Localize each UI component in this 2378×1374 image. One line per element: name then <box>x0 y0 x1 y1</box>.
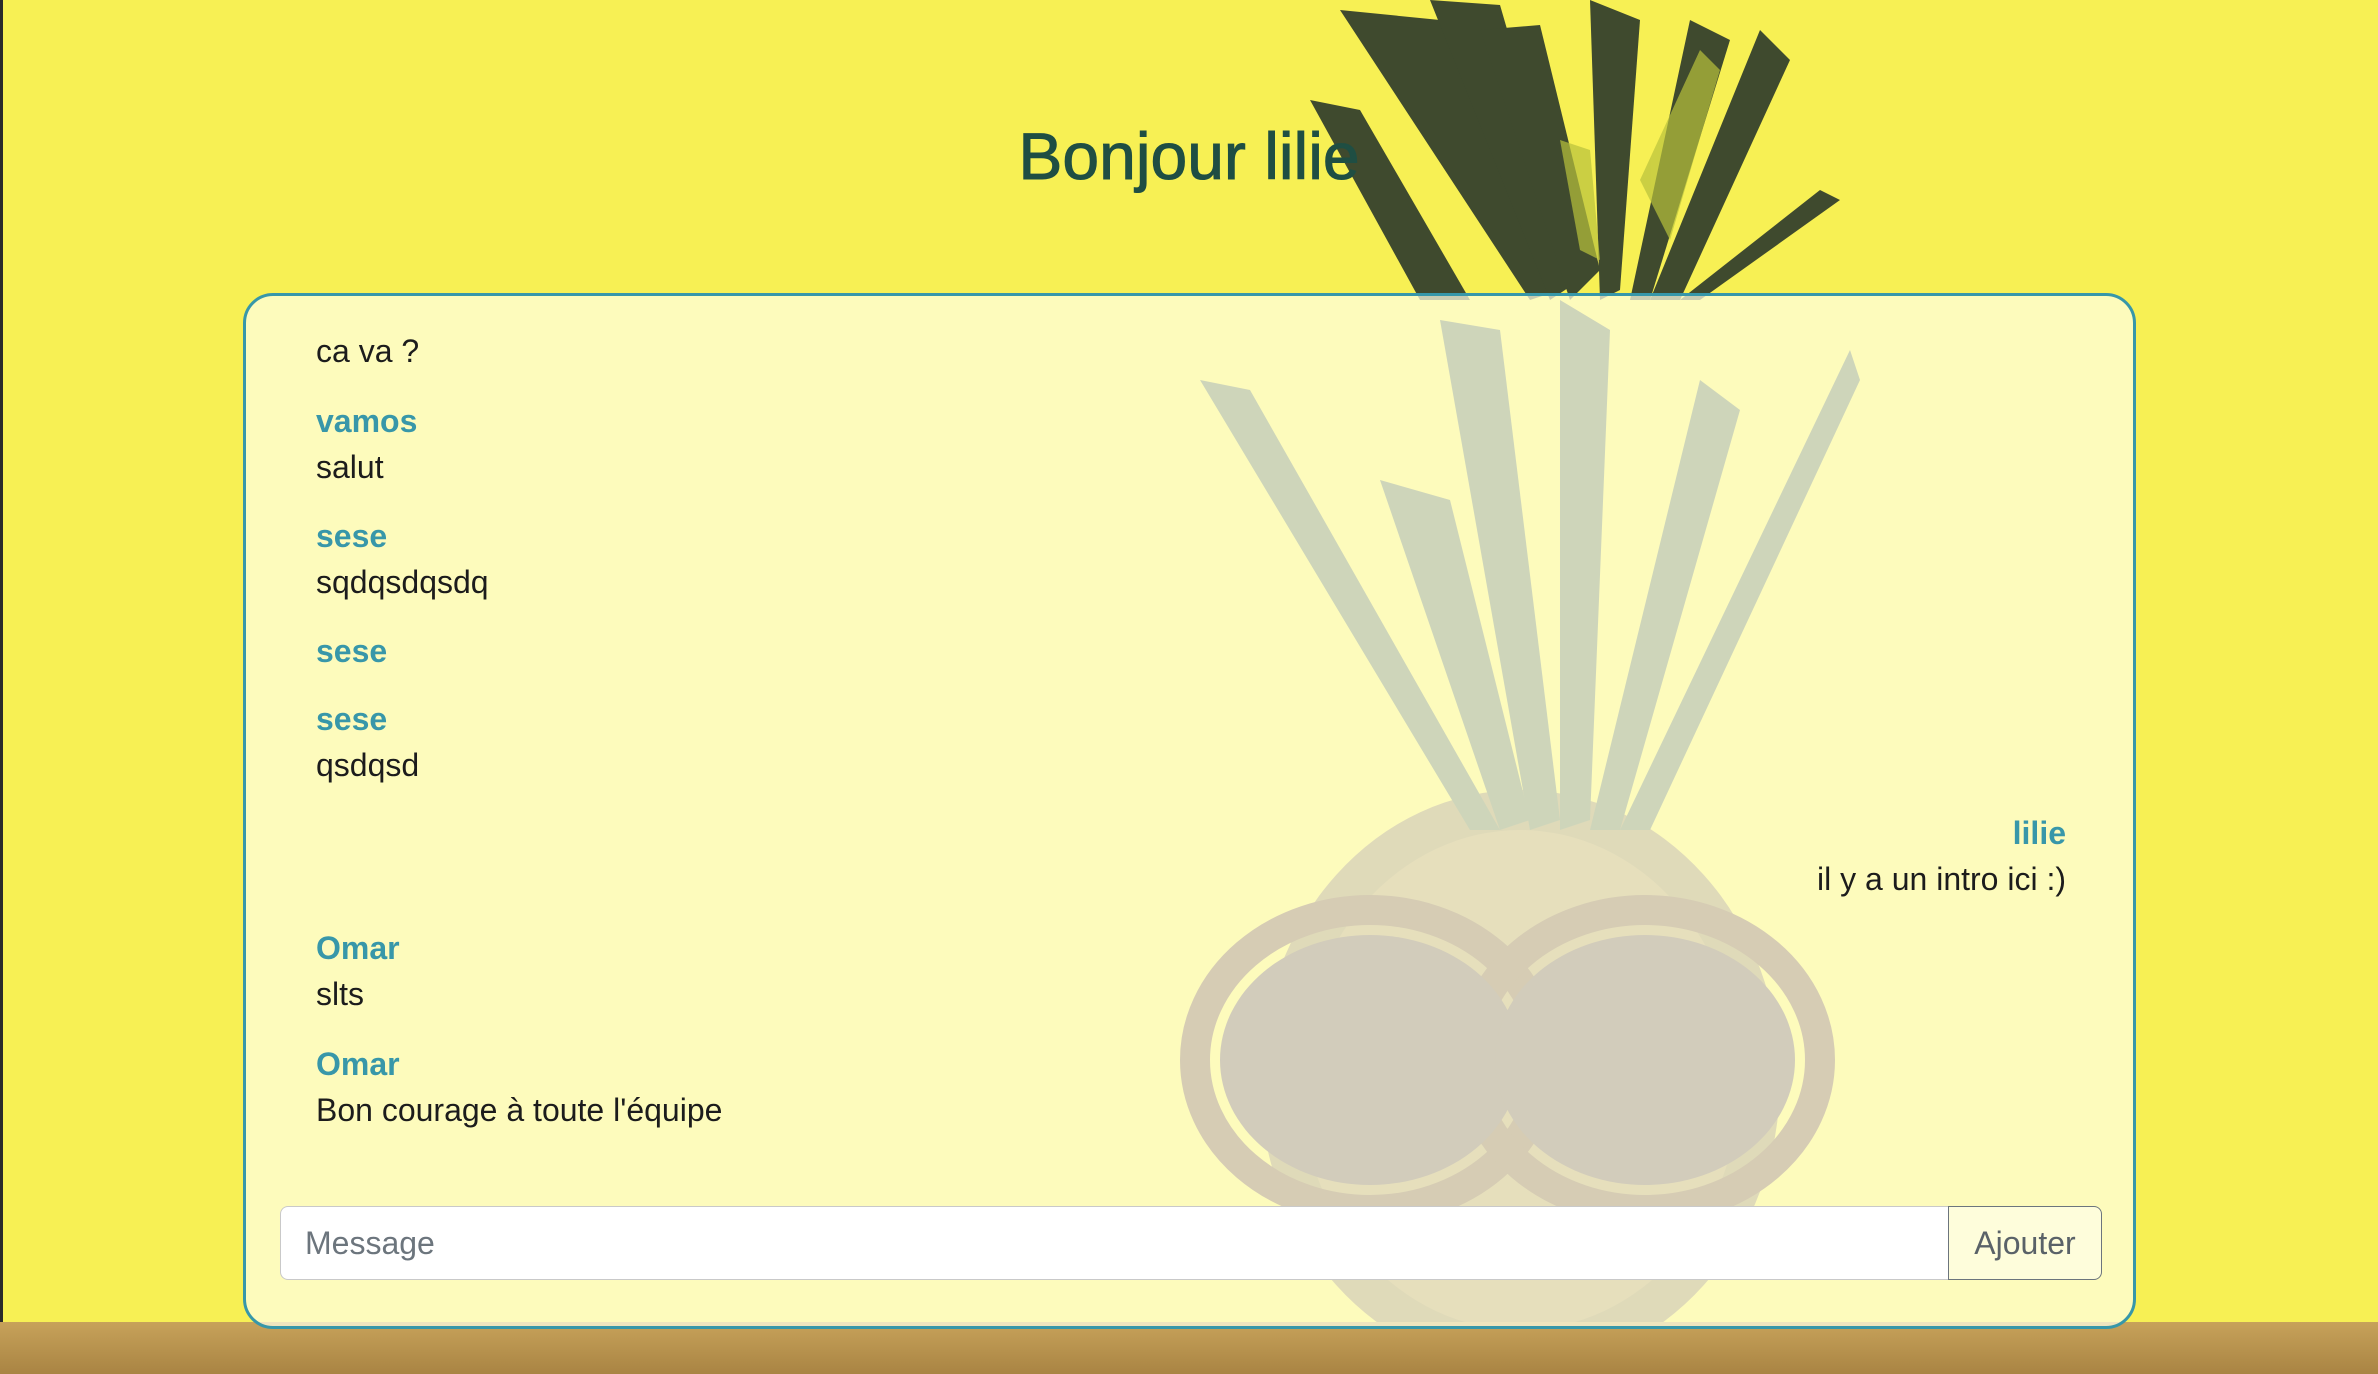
message-item: vamos salut <box>316 398 2066 490</box>
add-button[interactable]: Ajouter <box>1948 1206 2102 1280</box>
message-author: sese <box>316 633 388 669</box>
message-text: salut <box>316 449 384 485</box>
message-text: ca va ? <box>316 333 420 369</box>
message-item: Omar Bon courage à toute l'équipe <box>316 1041 2066 1133</box>
message-text: sqdqsdqsdq <box>316 564 489 600</box>
message-item: Omar slts <box>316 925 2066 1017</box>
chat-panel: vamos ca va ? vamos salut sese sqdqsdqsd… <box>243 293 2136 1329</box>
message-text: slts <box>316 976 364 1012</box>
message-text: il y a un intro ici :) <box>1817 861 2066 897</box>
page-title: Bonjour lilie <box>1018 119 1360 194</box>
message-list[interactable]: vamos ca va ? vamos salut sese sqdqsdqsd… <box>316 326 2066 1174</box>
message-author: vamos <box>316 403 418 439</box>
message-item-own: lilie il y a un intro ici :) <box>316 810 2066 902</box>
message-author: lilie <box>2012 815 2066 851</box>
message-text: Bon courage à toute l'équipe <box>316 1092 723 1128</box>
message-author: sese <box>316 701 388 737</box>
message-composer: Ajouter <box>280 1206 2102 1280</box>
message-input[interactable] <box>280 1206 1948 1280</box>
message-item: sese qsdqsd <box>316 696 2066 788</box>
message-text: qsdqsd <box>316 747 420 783</box>
message-author: Omar <box>316 1046 400 1082</box>
message-author: sese <box>316 518 388 554</box>
table-surface <box>0 1322 2378 1374</box>
message-item: sese sqdqsdqsdq <box>316 513 2066 605</box>
message-item: sese <box>316 628 2066 674</box>
message-item: vamos ca va ? <box>316 326 2066 374</box>
message-author: Omar <box>316 930 400 966</box>
